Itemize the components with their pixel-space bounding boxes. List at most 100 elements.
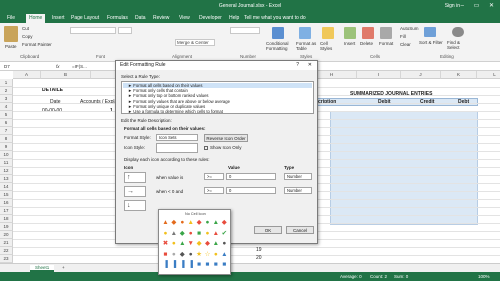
fx-icon[interactable]: fx (56, 64, 60, 69)
tab-help[interactable]: Help (226, 14, 242, 23)
paste-button[interactable]: Paste (5, 44, 17, 49)
row-header-5[interactable]: 5 (0, 111, 13, 119)
reverse-icon-order-button[interactable]: Reverse Icon Order (204, 134, 248, 142)
delete-cells-icon[interactable] (362, 27, 374, 39)
row-header-16[interactable]: 16 (0, 199, 13, 207)
format-cells-button[interactable]: Format (379, 41, 393, 46)
column-header-i[interactable]: I (357, 71, 401, 79)
cell-styles-icon[interactable] (322, 27, 334, 39)
rule-1-value[interactable]: 0 (226, 173, 276, 180)
cell-styles-button[interactable]: Cell Styles (320, 41, 336, 51)
format-as-table-button[interactable]: Format as Table (296, 41, 318, 51)
row-header-3[interactable]: 3 (0, 95, 13, 103)
icon-option-38-icon[interactable]: ■ (212, 261, 219, 268)
icon-option-15-icon[interactable]: ✔ (221, 230, 228, 237)
row-header-13[interactable]: 13 (0, 175, 13, 183)
row-header-14[interactable]: 14 (0, 183, 13, 191)
row-header-19[interactable]: 19 (0, 223, 13, 231)
icon-option-4-icon[interactable]: ◆ (196, 219, 203, 226)
icon-option-1-icon[interactable]: ◆ (170, 219, 177, 226)
format-style-select[interactable]: Icon Sets (156, 134, 198, 141)
icon-option-18-icon[interactable]: ▲ (179, 240, 186, 247)
icon-option-32-icon[interactable]: ▐ (162, 261, 169, 268)
column-header-b[interactable]: B (41, 71, 91, 79)
icon-option-30-icon[interactable]: ● (212, 251, 219, 258)
row-header-6[interactable]: 6 (0, 119, 13, 127)
icon-option-28-icon[interactable]: ★ (196, 251, 203, 258)
icon-option-22-icon[interactable]: ▲ (212, 240, 219, 247)
icon-option-12-icon[interactable]: ■ (196, 230, 203, 237)
row-header-9[interactable]: 9 (0, 143, 13, 151)
format-painter-button[interactable]: Format Painter (22, 42, 52, 47)
row-header-1[interactable]: 1 (0, 79, 13, 87)
show-icon-only-checkbox[interactable]: Show Icon Only (204, 145, 242, 150)
icon-style-select[interactable] (156, 143, 198, 153)
format-cells-icon[interactable] (380, 27, 392, 39)
icon-option-35-icon[interactable]: ▐ (187, 261, 194, 268)
icon-option-14-icon[interactable]: ▲ (212, 230, 219, 237)
row-header-17[interactable]: 17 (0, 207, 13, 215)
row-header-18[interactable]: 18 (0, 215, 13, 223)
icon-picker-2[interactable]: → (124, 186, 146, 197)
icon-option-27-icon[interactable]: ● (187, 251, 194, 258)
fill-button[interactable]: Fill (400, 34, 406, 39)
cut-button[interactable]: Cut (22, 26, 29, 31)
row-header-11[interactable]: 11 (0, 159, 13, 167)
column-header-j[interactable]: J (401, 71, 441, 79)
icon-option-9-icon[interactable]: ▲ (170, 230, 177, 237)
tab-data[interactable]: Data (132, 14, 149, 23)
ok-button[interactable]: OK (254, 226, 282, 234)
row-header-2[interactable]: 2 (0, 87, 13, 95)
find-select-button[interactable]: Find & Select (447, 40, 471, 50)
row-header-15[interactable]: 15 (0, 191, 13, 199)
tab-home[interactable]: Home (26, 14, 46, 23)
insert-cells-button[interactable]: Insert (344, 41, 355, 46)
icon-option-24-icon[interactable]: ■ (162, 251, 169, 258)
tab-page-layout[interactable]: Page Layout (68, 14, 102, 23)
clear-button[interactable]: Clear (400, 42, 411, 47)
window-controls[interactable]: – ▭ ✕ (461, 2, 498, 9)
row-header-7[interactable]: 7 (0, 127, 13, 135)
rule-2-type[interactable]: Number (284, 187, 312, 194)
conditional-formatting-icon[interactable] (272, 27, 284, 39)
rule-2-value[interactable]: 0 (226, 187, 276, 194)
row-header-23[interactable]: 23 (0, 255, 13, 263)
autosum-button[interactable]: AutoSum (400, 26, 419, 31)
icon-option-7-icon[interactable]: ◆ (221, 219, 228, 226)
row-header-4[interactable]: 4 (0, 103, 13, 111)
icon-option-34-icon[interactable]: ▐ (179, 261, 186, 268)
font-style-buttons[interactable] (70, 37, 132, 44)
cancel-button[interactable]: Cancel (286, 226, 314, 234)
help-icon[interactable]: ? (296, 61, 299, 70)
icon-picker-3[interactable]: ↓ (124, 200, 146, 211)
row-header-21[interactable]: 21 (0, 239, 13, 247)
row-header-10[interactable]: 10 (0, 151, 13, 159)
column-header-l[interactable]: L (477, 71, 500, 79)
icon-option-39-icon[interactable]: ■ (221, 261, 228, 268)
add-sheet-button[interactable]: + (62, 265, 65, 270)
conditional-formatting-button[interactable]: Conditional Formatting (266, 41, 292, 51)
tab-insert[interactable]: Insert (49, 14, 68, 23)
format-as-table-icon[interactable] (299, 27, 311, 39)
sign-in-link[interactable]: Sign in (445, 3, 460, 9)
rule-1-type[interactable]: Number (284, 173, 312, 180)
icon-option-37-icon[interactable]: ■ (204, 261, 211, 268)
font-size-box[interactable] (118, 27, 132, 34)
tab-view[interactable]: View (176, 14, 193, 23)
icon-option-16-icon[interactable]: ✖ (162, 240, 169, 247)
icon-option-36-icon[interactable]: ■ (196, 261, 203, 268)
icon-option-21-icon[interactable]: ◆ (204, 240, 211, 247)
insert-cells-icon[interactable] (344, 27, 356, 39)
no-cell-icon-option[interactable]: No Cell Icon (185, 212, 206, 216)
icon-option-17-icon[interactable]: ● (170, 240, 177, 247)
find-select-icon[interactable] (452, 27, 464, 37)
merge-center-button[interactable]: Merge & Center (175, 39, 215, 46)
tab-review[interactable]: Review (150, 14, 172, 23)
icon-option-19-icon[interactable]: ▼ (187, 240, 194, 247)
formula-input[interactable]: =IF(S... (72, 64, 87, 69)
copy-button[interactable]: Copy (22, 34, 33, 39)
name-box[interactable]: D7 (4, 64, 10, 69)
number-format-box[interactable] (230, 27, 260, 34)
row-header-12[interactable]: 12 (0, 167, 13, 175)
row-header-20[interactable]: 20 (0, 231, 13, 239)
